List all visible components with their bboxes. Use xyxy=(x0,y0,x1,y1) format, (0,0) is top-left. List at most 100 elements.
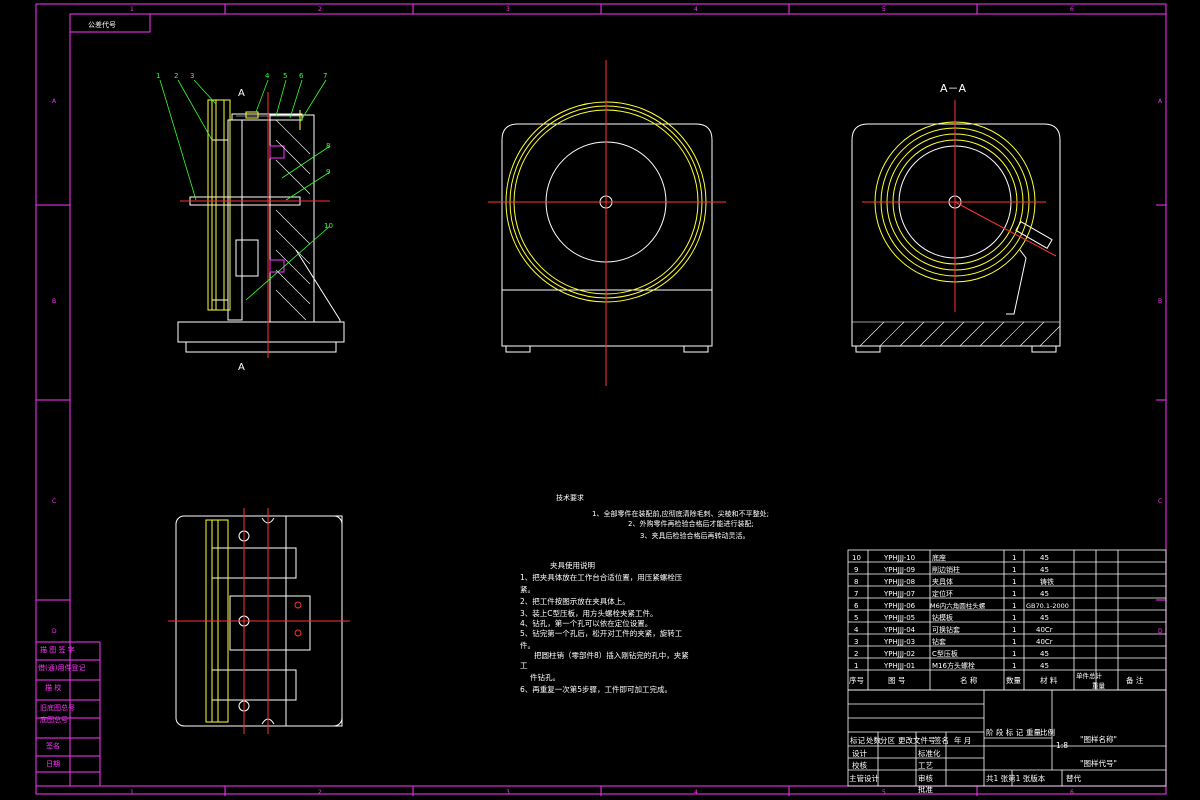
balloon: 5 xyxy=(283,72,287,80)
tech-item: 1、全部零件在装配前,应彻底清除毛刺、尖棱和不平整处; xyxy=(592,509,769,518)
zone-letter: A xyxy=(52,98,57,105)
bom-h-no: 序号 xyxy=(849,675,864,685)
bom-no: 6 xyxy=(854,602,859,610)
bom-no: 10 xyxy=(852,554,861,562)
title-block-grid xyxy=(847,689,1167,787)
zone-num: 3 xyxy=(506,6,510,13)
tb-supervisor: 主管设计 xyxy=(849,773,879,783)
tech-title: 技术要求 xyxy=(556,493,584,502)
tb-approve: 批准 xyxy=(918,784,933,794)
bom-code: YPHJJJ-04 xyxy=(883,626,916,634)
bom-h-weight: 单件总计 xyxy=(1076,671,1103,680)
zone-num: 4 xyxy=(694,6,698,13)
balloon: 9 xyxy=(326,168,330,176)
bom-no: 8 xyxy=(854,578,858,586)
bom-name: 钻模板 xyxy=(932,613,953,622)
bom-h-code: 图 号 xyxy=(888,676,905,685)
zone-letter: D xyxy=(52,628,57,635)
usage-line: 2、把工件按图示放在夹具体上。 xyxy=(520,596,630,606)
balloon: 10 xyxy=(324,222,333,230)
bom-qty: 1 xyxy=(1012,614,1016,622)
balloon: 7 xyxy=(323,72,327,80)
bom-qty: 1 xyxy=(1012,566,1016,574)
tb-sign: 签名 xyxy=(934,735,949,745)
bom-rows: 10 YPHJJJ-10 底座 1 45 9 YPHJJJ-09 削边销柱 1 … xyxy=(852,553,1069,670)
zone-letters: A B C D A B C D xyxy=(52,98,1163,635)
bom-no: 2 xyxy=(854,650,858,658)
bom-h-qty: 数量 xyxy=(1006,675,1021,685)
left-strip-text: 描 图 签 字 借(通)用件登记 描 校 旧底图总号 底图总号 签名 日期 xyxy=(38,645,85,768)
tb-scale: 比例 xyxy=(1040,727,1055,737)
usage-line: 6、再重复一次第5步骤，工件即可加工完成。 xyxy=(520,684,672,694)
balloon: 2 xyxy=(174,72,178,80)
tb-stage: 阶 段 标 记 xyxy=(986,727,1024,737)
bom-no: 3 xyxy=(854,638,858,646)
usage-title: 夹具使用说明 xyxy=(550,560,595,570)
bom-material: 铸铁 xyxy=(1040,577,1054,586)
usage-line: 把圆柱销（零部件8）插入刚钻完的孔中，夹紧 xyxy=(534,650,689,660)
zone-letter: B xyxy=(1158,298,1162,305)
tb-design: 设计 xyxy=(852,748,867,758)
bom-material: 40Cr xyxy=(1036,626,1053,634)
bom-code: YPHJJJ-09 xyxy=(883,566,915,574)
strip-label: 日期 xyxy=(46,760,60,768)
bom-no: 7 xyxy=(854,590,858,598)
strip-label: 底图总号 xyxy=(40,715,68,724)
bom-no: 1 xyxy=(854,662,858,670)
balloon: 3 xyxy=(190,72,194,80)
tb-scale-value: 1:8 xyxy=(1056,741,1068,750)
tb-process: 工艺 xyxy=(918,761,933,770)
bom-h-note: 备 注 xyxy=(1126,675,1144,685)
middle-centerlines xyxy=(488,60,726,386)
strip-label: 描 校 xyxy=(45,683,61,692)
bom-code: YPHJJJ-01 xyxy=(883,662,915,670)
cad-drawing-sheet: 1 2 3 4 5 6 1 2 3 4 5 6 A B C D A B C D … xyxy=(35,3,1167,796)
strip-label: 旧底图总号 xyxy=(40,703,75,712)
zone-num: 4 xyxy=(694,789,698,796)
usage-line: 件。 xyxy=(520,640,535,650)
tb-zone: 分区 xyxy=(880,736,895,745)
zone-num: 6 xyxy=(1070,6,1074,13)
bom-name: 定位环 xyxy=(932,589,953,598)
bom-code: YPHJJJ-10 xyxy=(883,554,915,562)
zone-letter: C xyxy=(1158,498,1162,505)
section-marker-top: A xyxy=(238,88,245,99)
bom-no: 9 xyxy=(854,566,858,574)
usage-line: 3、装上C型压板，用方头螺栓夹紧工件。 xyxy=(520,608,658,618)
bom-name: M16方头螺栓 xyxy=(932,661,975,670)
tb-check: 校核 xyxy=(852,760,867,770)
tb-replace: 替代 xyxy=(1066,773,1082,783)
right-base-hatch xyxy=(851,321,1061,347)
strip-label: 签名 xyxy=(46,741,60,750)
bom-no: 5 xyxy=(854,614,858,622)
tb-standard: 标准化 xyxy=(918,748,941,758)
strip-label: 借(通)用件登记 xyxy=(38,663,85,672)
bom-name: M6内六角圆柱头螺 xyxy=(930,601,986,610)
tb-change: 更改文件号 xyxy=(898,735,936,745)
usage-line: 1、把夹具体放在工作台合适位置，用压紧螺栓压 xyxy=(520,572,683,582)
section-marker-bottom: A xyxy=(238,362,245,373)
zone-numbers-top: 1 2 3 4 5 6 xyxy=(130,6,1074,13)
bom-name: 夹具体 xyxy=(932,577,953,586)
bom-code: YPHJJJ-07 xyxy=(883,590,915,598)
zone-letter: A xyxy=(1158,98,1163,105)
balloon: 4 xyxy=(265,72,270,80)
zone-num: 5 xyxy=(882,6,886,13)
tech-requirements: 技术要求 1、全部零件在装配前,应彻底清除毛刺、尖棱和不平整处; 2、外购零件再… xyxy=(556,493,769,540)
bom-name: 削边销柱 xyxy=(932,565,960,574)
bom-no: 4 xyxy=(854,626,859,634)
zone-num: 1 xyxy=(130,789,134,796)
zone-letter: B xyxy=(52,298,56,305)
tb-drawing-code: "图样代号" xyxy=(1080,758,1117,768)
tech-item: 3、夹具后检验合格后再转动灵活。 xyxy=(640,531,749,540)
section-label: A－A xyxy=(940,82,967,95)
balloon: 8 xyxy=(326,142,330,150)
bom-h-material: 材 料 xyxy=(1040,675,1058,685)
bom-qty: 1 xyxy=(1012,590,1016,598)
bom-qty: 1 xyxy=(1012,638,1016,646)
zone-num: 1 xyxy=(130,6,134,13)
tb-review: 审核 xyxy=(918,773,933,783)
bom-qty: 1 xyxy=(1012,662,1016,670)
front-hatch xyxy=(236,115,311,321)
bom-material: 45 xyxy=(1040,662,1049,670)
